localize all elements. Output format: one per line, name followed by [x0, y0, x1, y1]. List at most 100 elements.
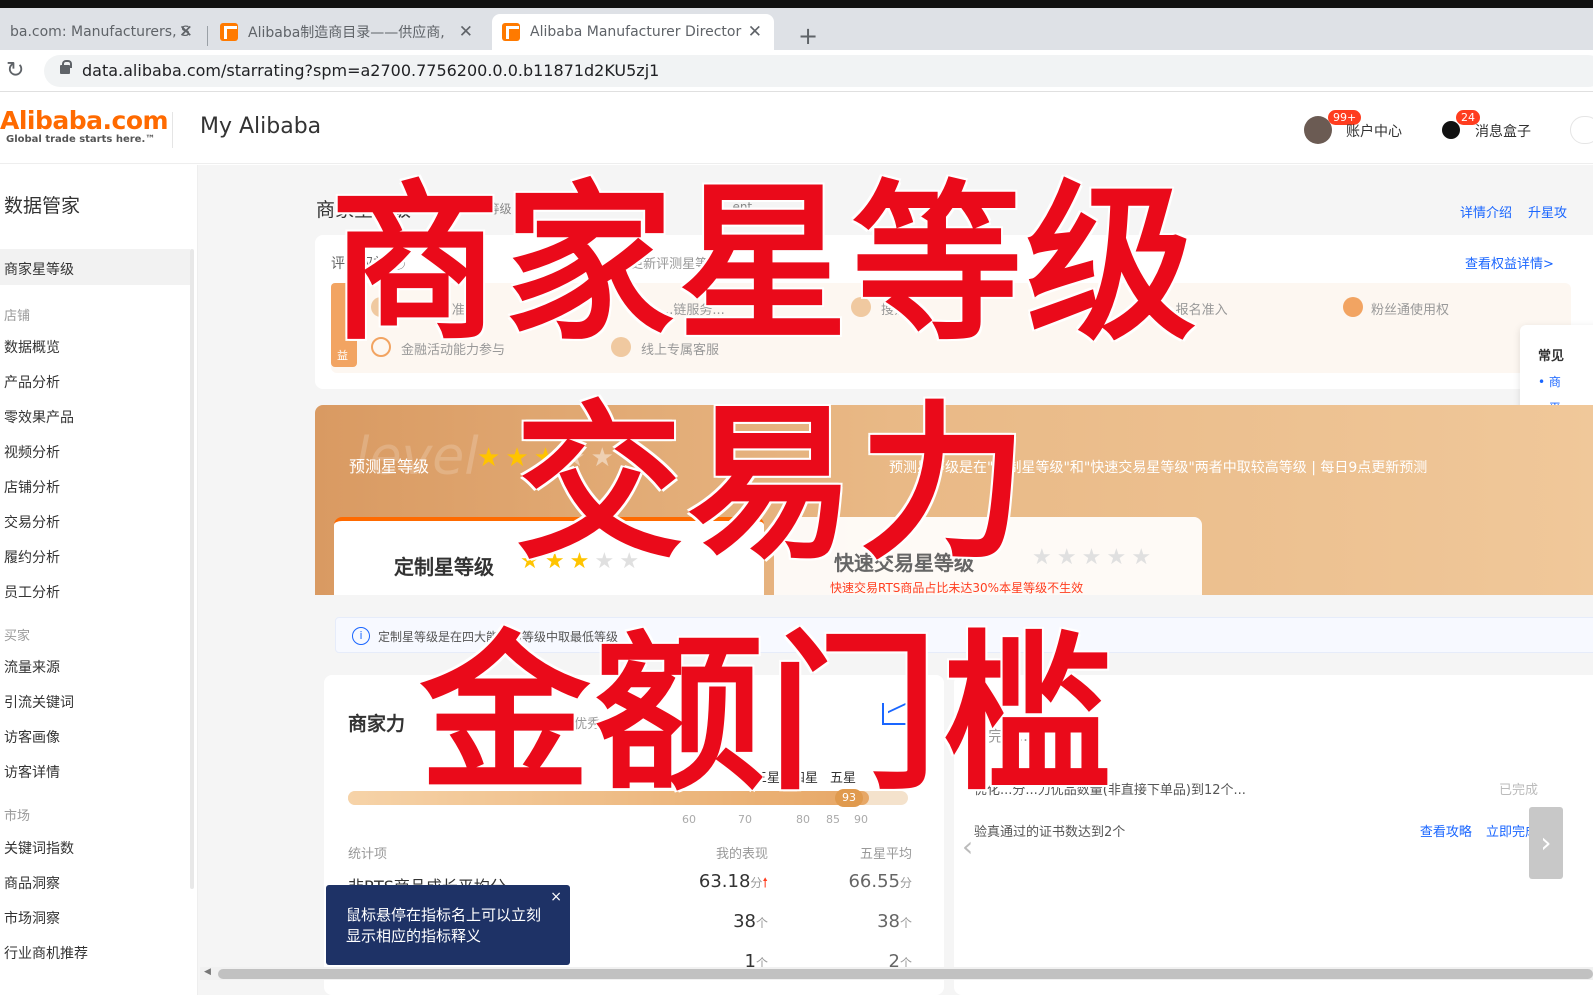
star-icon: ★: [1056, 545, 1077, 570]
sidebar-item-trade[interactable]: 交易分析: [4, 512, 60, 532]
sidebar: 数据管家 商家星等级 店铺 数据概览 产品分析 零效果产品 视频分析 店铺分析 …: [0, 165, 198, 995]
sidebar-item-zero-effect[interactable]: 零效果产品: [4, 407, 74, 427]
new-tab-button[interactable]: +: [798, 22, 818, 50]
header-button[interactable]: [1570, 116, 1593, 144]
sidebar-section-store: 店铺: [4, 309, 31, 324]
task-item: 验真通过的证书数达到2个: [974, 825, 1126, 840]
value: 63.18: [698, 871, 751, 892]
sidebar-section-buyer: 买家: [4, 629, 31, 644]
sidebar-item-traffic[interactable]: 流量来源: [4, 657, 60, 677]
view-guide-link[interactable]: 查看攻略: [1420, 825, 1472, 840]
header-divider: [172, 112, 173, 148]
sidebar-item-keyword-index[interactable]: 关键词指数: [4, 838, 74, 858]
address-bar: ↻ data.alibaba.com/starrating?spm=a2700.…: [0, 50, 1593, 92]
caption-line-1: 商家星等级: [330, 166, 1201, 364]
merchant-power-title: 商家力: [348, 713, 406, 735]
tooltip-text: 鼠标悬停在指标名上可以立刻显示相应的指标释义: [346, 906, 542, 945]
sidebar-section-market: 市场: [4, 809, 31, 824]
scroll-left-icon[interactable]: ◀: [204, 967, 211, 977]
task-status: 已完成: [1498, 783, 1538, 798]
column-header-avg: 五星平均: [860, 847, 913, 862]
url-field[interactable]: data.alibaba.com/starrating?spm=a2700.77…: [44, 55, 1593, 87]
message-box-link[interactable]: 消息盒子: [1475, 121, 1531, 141]
score-tick: 70: [738, 813, 752, 826]
sidebar-item-visitor-profile[interactable]: 访客画像: [4, 727, 60, 747]
score-tick: 80: [796, 813, 810, 826]
account-center-link[interactable]: 账户中心: [1346, 121, 1402, 141]
chevron-left-icon[interactable]: ‹: [962, 830, 973, 863]
sidebar-item-keywords[interactable]: 引流关键词: [4, 692, 74, 712]
stat-mine-value: 38个: [733, 911, 768, 932]
unit: 分: [899, 876, 912, 890]
horizontal-scrollbar[interactable]: ◀: [200, 967, 1593, 980]
my-alibaba-title[interactable]: My Alibaba: [200, 114, 321, 139]
unit: 分: [750, 876, 763, 890]
alibaba-logo[interactable]: Alibaba.com: [0, 106, 169, 135]
faq-item-label: 商: [1548, 375, 1561, 389]
fast-level-stars: ★ ★ ★ ★ ★: [1032, 545, 1151, 570]
faq-title: 常见: [1538, 349, 1565, 364]
logo-tagline: Global trade starts here.™: [6, 134, 156, 145]
rights-detail-link[interactable]: 查看权益详情>: [1465, 253, 1554, 272]
score-tick: 90: [854, 813, 868, 826]
hint-tooltip: 鼠标悬停在指标名上可以立刻显示相应的指标释义 ×: [326, 885, 570, 965]
faq-item[interactable]: • 商: [1538, 373, 1561, 390]
tab-title: ba.com: Manufacturers, S: [10, 24, 190, 40]
site-header: Alibaba.com Global trade starts here.™ M…: [0, 92, 1593, 164]
close-icon[interactable]: ×: [550, 889, 562, 905]
lock-icon: [60, 60, 72, 74]
close-icon[interactable]: ✕: [748, 22, 762, 42]
sidebar-item-product-insight[interactable]: 商品洞察: [4, 873, 60, 893]
sidebar-item-market-insight[interactable]: 市场洞察: [4, 908, 60, 928]
column-header-mine: 我的表现: [716, 847, 769, 862]
score-tick: 60: [682, 813, 696, 826]
score-tick: 85: [826, 813, 840, 826]
tab-directory-en[interactable]: Alibaba Manufacturer Director ✕: [492, 14, 774, 50]
close-icon[interactable]: ✕: [179, 22, 193, 42]
column-header-stat: 统计项: [348, 847, 388, 862]
star-icon: ★: [477, 443, 501, 473]
upgrade-guide-link[interactable]: 升星攻: [1528, 202, 1567, 221]
heart-icon: [1343, 297, 1363, 317]
close-icon[interactable]: ✕: [459, 22, 473, 42]
unit: 个: [899, 916, 912, 930]
value: 66.55: [848, 871, 900, 892]
tab-title: Alibaba Manufacturer Director: [530, 24, 742, 40]
sidebar-item-opportunity[interactable]: 行业商机推荐: [4, 943, 88, 963]
scrollbar-thumb[interactable]: [218, 969, 1593, 979]
caption-line-3: 金额门槛: [420, 616, 1117, 814]
stat-avg-value: 66.55分: [848, 871, 912, 892]
tab-title: Alibaba制造商目录——供应商,: [248, 25, 445, 41]
stat-avg-value: 38个: [877, 911, 912, 932]
sidebar-item-overview[interactable]: 数据概览: [4, 337, 60, 357]
caption-line-2: 交易力: [515, 386, 1031, 582]
star-icon: ★: [1106, 545, 1127, 570]
reload-icon[interactable]: ↻: [6, 58, 24, 83]
custom-level-title: 定制星等级: [394, 555, 494, 579]
star-icon: ★: [1032, 545, 1052, 570]
benefit-item: 粉丝通使用权: [1371, 303, 1450, 318]
sidebar-item-star-rating[interactable]: 商家星等级: [4, 259, 74, 279]
sidebar-item-staff[interactable]: 员工分析: [4, 582, 60, 602]
sidebar-item-store[interactable]: 店铺分析: [4, 477, 60, 497]
tab-manufacturers[interactable]: ba.com: Manufacturers, S ✕: [0, 14, 205, 50]
task-actions: 查看攻略 立即完成: [1410, 821, 1538, 840]
sidebar-item-product[interactable]: 产品分析: [4, 372, 60, 392]
detail-intro-link[interactable]: 详情介绍: [1460, 202, 1512, 221]
sidebar-item-visitor-detail[interactable]: 访客详情: [4, 762, 60, 782]
tab-separator: [207, 26, 208, 46]
sidebar-scrollbar[interactable]: [190, 249, 194, 889]
chevron-right-icon[interactable]: ›: [1529, 807, 1563, 879]
alibaba-favicon-icon: [502, 23, 520, 41]
sidebar-item-fulfillment[interactable]: 履约分析: [4, 547, 60, 567]
predicted-level-label: 预测星等级: [349, 457, 430, 476]
alibaba-favicon-icon: [220, 23, 238, 41]
window-top-border: [0, 0, 1593, 8]
unit: 个: [755, 916, 768, 930]
url-text: data.alibaba.com/starrating?spm=a2700.77…: [82, 61, 660, 80]
value: 38: [877, 911, 900, 932]
star-icon: ★: [1131, 545, 1152, 570]
message-icon[interactable]: [1442, 121, 1460, 139]
sidebar-item-video[interactable]: 视频分析: [4, 442, 60, 462]
tab-directory-cn[interactable]: Alibaba制造商目录——供应商, ✕: [210, 14, 485, 50]
